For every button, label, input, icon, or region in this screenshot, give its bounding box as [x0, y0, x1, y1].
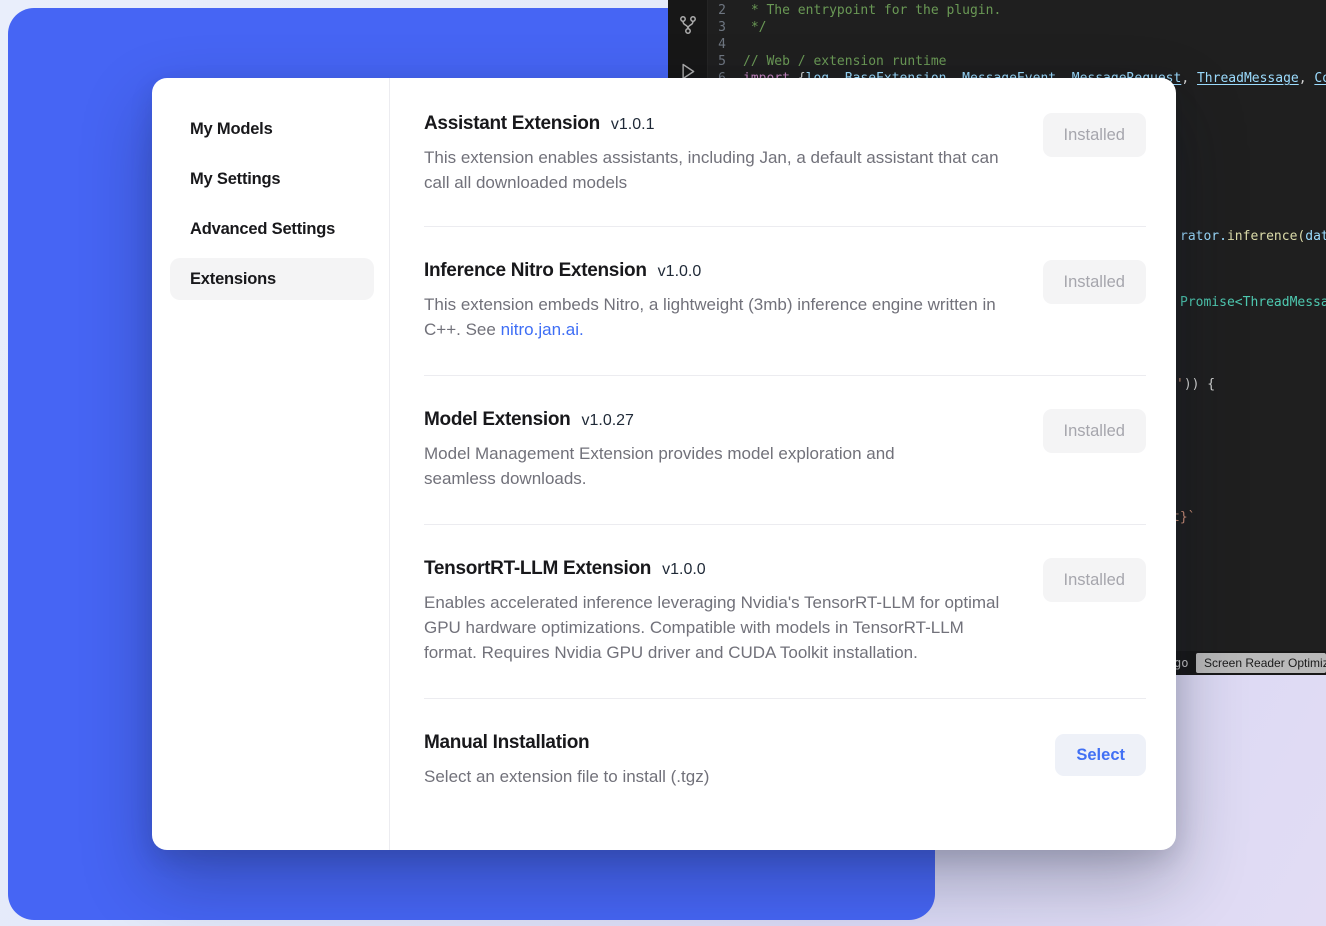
- extension-row-nitro: Inference Nitro Extension v1.0.0 This ex…: [424, 227, 1146, 376]
- screen-reader-chip[interactable]: Screen Reader Optimize: [1196, 653, 1326, 673]
- manual-installation-title: Manual Installation: [424, 732, 589, 754]
- line-number: 2: [709, 2, 743, 19]
- source-control-icon[interactable]: [675, 12, 701, 38]
- nitro-jan-ai-link[interactable]: nitro.jan.ai.: [501, 320, 584, 339]
- line-number: 3: [709, 19, 743, 36]
- extension-description: This extension embeds Nitro, a lightweig…: [424, 292, 1012, 342]
- extensions-panel: Assistant Extension v1.0.1 This extensio…: [390, 78, 1176, 850]
- code-text: // Web / extension runtime: [743, 53, 947, 70]
- extension-description: This extension enables assistants, inclu…: [424, 145, 1012, 195]
- status-text: go: [1174, 656, 1188, 670]
- sidebar-item-my-settings[interactable]: My Settings: [170, 158, 374, 200]
- extension-title: TensortRT-LLM Extension: [424, 558, 651, 580]
- extension-title: Inference Nitro Extension: [424, 260, 647, 282]
- extension-row-assistant: Assistant Extension v1.0.1 This extensio…: [424, 78, 1146, 227]
- extension-version: v1.0.27: [581, 412, 633, 430]
- extension-version: v1.0.1: [611, 116, 655, 134]
- manual-installation-description: Select an extension file to install (.tg…: [424, 764, 709, 789]
- extension-title: Assistant Extension: [424, 113, 600, 135]
- extension-title: Model Extension: [424, 409, 570, 431]
- extension-version: v1.0.0: [662, 561, 706, 579]
- extension-description: Enables accelerated inference leveraging…: [424, 590, 1012, 665]
- extension-row-tensorrt: TensortRT-LLM Extension v1.0.0 Enables a…: [424, 525, 1146, 699]
- code-text: */: [743, 19, 766, 36]
- installed-button[interactable]: Installed: [1043, 260, 1146, 304]
- installed-button[interactable]: Installed: [1043, 113, 1146, 157]
- line-number: 4: [709, 36, 743, 53]
- code-fragment: ')) {: [1176, 377, 1215, 392]
- settings-modal: My Models My Settings Advanced Settings …: [152, 78, 1176, 850]
- screenshot-root: 2 * The entrypoint for the plugin. 3 */ …: [0, 0, 1326, 926]
- code-line: 3 */: [709, 19, 1326, 36]
- code-fragment: Promise<ThreadMessage>: [1180, 295, 1326, 310]
- settings-sidebar: My Models My Settings Advanced Settings …: [152, 78, 390, 850]
- code-text: * The entrypoint for the plugin.: [743, 2, 1001, 19]
- installed-button[interactable]: Installed: [1043, 558, 1146, 602]
- sidebar-item-my-models[interactable]: My Models: [170, 108, 374, 150]
- sidebar-item-extensions[interactable]: Extensions: [170, 258, 374, 300]
- extension-row-model: Model Extension v1.0.27 Model Management…: [424, 376, 1146, 525]
- code-fragment: rator.inference(data));: [1180, 229, 1326, 244]
- code-line: 4: [709, 36, 1326, 53]
- code-area: 2 * The entrypoint for the plugin. 3 */ …: [709, 2, 1326, 87]
- code-line: 2 * The entrypoint for the plugin.: [709, 2, 1326, 19]
- installed-button[interactable]: Installed: [1043, 409, 1146, 453]
- extension-description: Model Management Extension provides mode…: [424, 441, 944, 491]
- sidebar-item-advanced-settings[interactable]: Advanced Settings: [170, 208, 374, 250]
- line-number: 5: [709, 53, 743, 70]
- extension-version: v1.0.0: [658, 263, 702, 281]
- code-line: 5 // Web / extension runtime: [709, 53, 1326, 70]
- manual-installation-row: Manual Installation Select an extension …: [424, 699, 1146, 815]
- select-file-button[interactable]: Select: [1055, 734, 1146, 776]
